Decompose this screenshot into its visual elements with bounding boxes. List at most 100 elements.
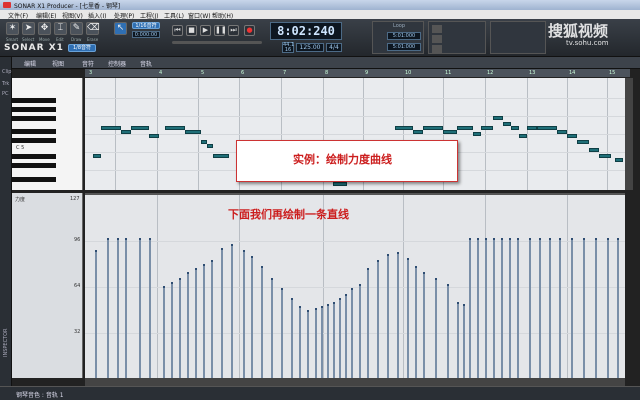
midi-note[interactable] xyxy=(101,126,121,130)
midi-note[interactable] xyxy=(567,134,577,138)
midi-note[interactable] xyxy=(457,126,473,130)
velocity-bar[interactable] xyxy=(617,238,619,378)
move-tool-icon[interactable]: ✥ xyxy=(38,22,51,35)
edit-tool-icon[interactable]: ⌶ xyxy=(54,22,67,35)
snap-resolution-button[interactable]: 1/16音符 xyxy=(132,22,160,29)
midi-note[interactable] xyxy=(511,126,519,130)
black-key[interactable] xyxy=(12,138,56,143)
midi-note[interactable] xyxy=(423,126,443,130)
midi-note[interactable] xyxy=(527,126,537,130)
subbar-tracks[interactable]: 音轨 xyxy=(140,59,152,68)
velocity-bar[interactable] xyxy=(407,258,409,378)
midi-note[interactable] xyxy=(93,154,101,158)
vertical-scrollbar[interactable] xyxy=(625,78,633,190)
position-slider[interactable] xyxy=(172,41,262,44)
play-icon[interactable]: ▶ xyxy=(200,25,211,36)
black-key[interactable] xyxy=(12,154,56,159)
midi-note[interactable] xyxy=(413,130,423,134)
velocity-bar[interactable] xyxy=(149,238,151,378)
midi-note[interactable] xyxy=(207,144,213,148)
snap-note-button[interactable]: 1/8音符 xyxy=(68,44,96,52)
velocity-bar[interactable] xyxy=(211,260,213,378)
velocity-bar[interactable] xyxy=(463,304,465,378)
velocity-bar[interactable] xyxy=(457,302,459,378)
velocity-bar[interactable] xyxy=(261,266,263,378)
velocity-bar[interactable] xyxy=(529,238,531,378)
subbar-view[interactable]: 视图 xyxy=(52,59,64,68)
subbar-edit[interactable]: 编辑 xyxy=(24,59,36,68)
velocity-bar[interactable] xyxy=(139,238,141,378)
midi-note[interactable] xyxy=(537,126,557,130)
velocity-bar[interactable] xyxy=(171,282,173,378)
velocity-bar[interactable] xyxy=(187,272,189,378)
velocity-bar[interactable] xyxy=(571,238,573,378)
velocity-bar[interactable] xyxy=(243,250,245,378)
velocity-bar[interactable] xyxy=(397,252,399,378)
snap-icon[interactable]: ↖ xyxy=(114,22,127,35)
velocity-bar[interactable] xyxy=(377,260,379,378)
velocity-bar[interactable] xyxy=(107,238,109,378)
velocity-bar[interactable] xyxy=(307,310,309,378)
stop-icon[interactable]: ■ xyxy=(186,25,197,36)
horizontal-scrollbar[interactable] xyxy=(85,378,625,386)
velocity-bar[interactable] xyxy=(559,238,561,378)
midi-note[interactable] xyxy=(333,182,347,186)
velocity-bar[interactable] xyxy=(477,238,479,378)
midi-note[interactable] xyxy=(589,148,599,152)
midi-note[interactable] xyxy=(185,130,201,134)
erase-tool-icon[interactable]: ⌫ xyxy=(86,22,100,35)
midi-note[interactable] xyxy=(443,130,457,134)
velocity-bar[interactable] xyxy=(539,238,541,378)
black-key[interactable] xyxy=(12,116,56,121)
piano-keyboard[interactable]: C 5 xyxy=(12,78,83,190)
velocity-bar[interactable] xyxy=(387,254,389,378)
black-key[interactable] xyxy=(12,177,56,182)
velocity-bar[interactable] xyxy=(435,278,437,378)
fast-forward-icon[interactable]: ⏭ xyxy=(228,25,239,36)
snap-offset-display[interactable]: 0:000:00 xyxy=(132,31,160,38)
velocity-bar[interactable] xyxy=(517,238,519,378)
midi-note[interactable] xyxy=(615,158,623,162)
velocity-bar[interactable] xyxy=(203,264,205,378)
meter-display[interactable]: 4/4 xyxy=(326,43,342,52)
midi-note[interactable] xyxy=(131,126,149,130)
velocity-pane[interactable] xyxy=(85,193,625,378)
time-display[interactable]: 8:02:240 xyxy=(270,22,342,40)
velocity-bar[interactable] xyxy=(501,238,503,378)
timeline-ruler[interactable]: 3 4 5 6 7 8 9 10 11 12 13 14 15 xyxy=(85,69,630,78)
midi-note[interactable] xyxy=(121,130,131,134)
inspector-label[interactable]: INSPECTOR xyxy=(3,328,9,357)
mix-button[interactable] xyxy=(432,25,442,33)
velocity-bar[interactable] xyxy=(367,268,369,378)
midi-note[interactable] xyxy=(577,140,589,144)
midi-note[interactable] xyxy=(503,122,511,126)
velocity-bar[interactable] xyxy=(447,284,449,378)
midi-note[interactable] xyxy=(213,154,229,158)
velocity-bar[interactable] xyxy=(351,288,353,378)
draw-tool-icon[interactable]: ✎ xyxy=(70,22,83,35)
velocity-bar[interactable] xyxy=(195,268,197,378)
velocity-bar[interactable] xyxy=(231,244,233,378)
controller-type-label[interactable]: 力度 xyxy=(15,196,25,203)
velocity-bar[interactable] xyxy=(339,298,341,378)
black-key[interactable] xyxy=(12,163,56,168)
velocity-bar[interactable] xyxy=(485,238,487,378)
record-icon[interactable]: ● xyxy=(244,25,255,36)
velocity-bar[interactable] xyxy=(549,238,551,378)
velocity-bar[interactable] xyxy=(271,278,273,378)
velocity-bar[interactable] xyxy=(117,238,119,378)
velocity-bar[interactable] xyxy=(415,266,417,378)
midi-note[interactable] xyxy=(493,116,503,120)
velocity-bar[interactable] xyxy=(163,286,165,378)
midi-note[interactable] xyxy=(599,154,611,158)
velocity-bar[interactable] xyxy=(423,272,425,378)
midi-note[interactable] xyxy=(165,126,185,130)
pc-label[interactable]: PC xyxy=(2,91,9,97)
velocity-bar[interactable] xyxy=(359,284,361,378)
velocity-bar[interactable] xyxy=(509,238,511,378)
velocity-bar[interactable] xyxy=(327,304,329,378)
midi-note[interactable] xyxy=(149,134,159,138)
loop-start-display[interactable]: 5:01:000 xyxy=(387,32,421,40)
midi-note[interactable] xyxy=(395,126,413,130)
velocity-bar[interactable] xyxy=(583,238,585,378)
